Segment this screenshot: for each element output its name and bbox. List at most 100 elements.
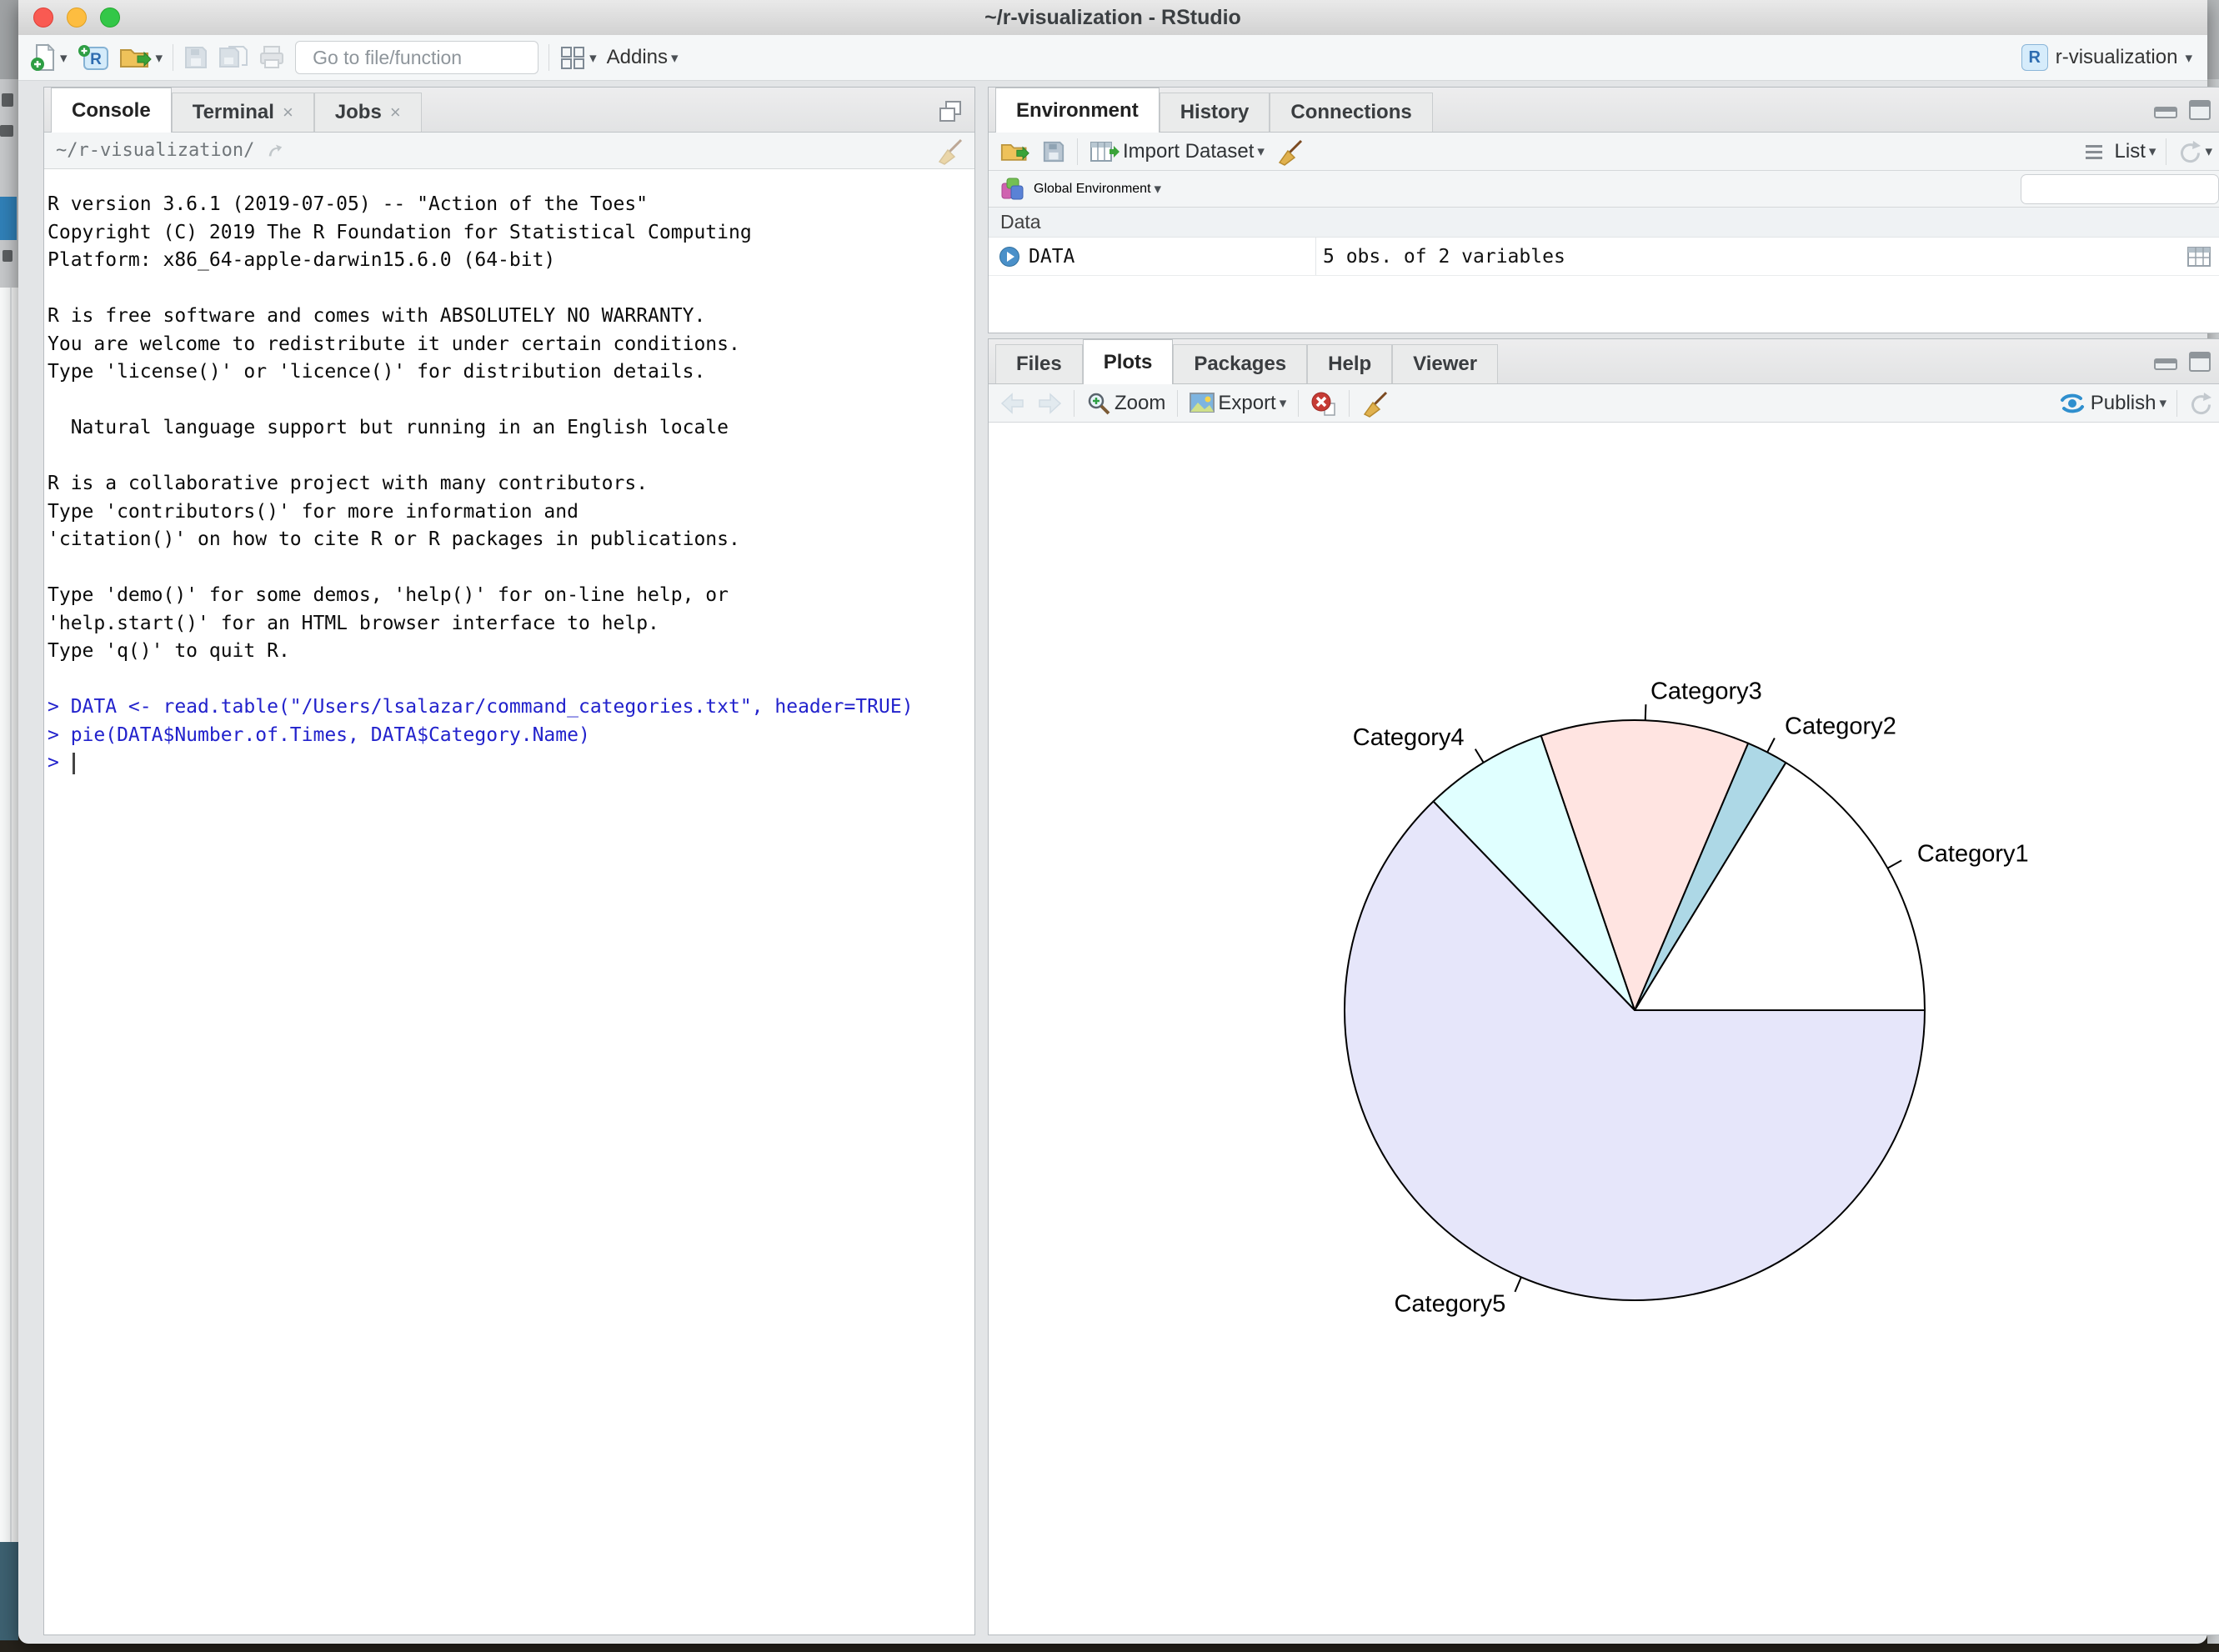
console-line: Type 'demo()' for some demos, 'help()' f… bbox=[48, 582, 974, 610]
load-workspace-icon[interactable] bbox=[1000, 139, 1030, 164]
open-folder-icon bbox=[119, 44, 153, 71]
restore-pane-icon[interactable] bbox=[938, 100, 963, 123]
tab-label: Files bbox=[1016, 353, 1062, 376]
chevron-down-icon: ▾ bbox=[589, 51, 597, 65]
plot-canvas: Category1Category2Category3Category4Cate… bbox=[989, 423, 2219, 1634]
chevron-down-icon: ▾ bbox=[1280, 396, 1287, 410]
refresh-plot-icon[interactable] bbox=[2187, 391, 2212, 416]
environment-pane: Environment History Connections bbox=[988, 87, 2219, 333]
save-button[interactable] bbox=[183, 45, 208, 70]
svg-text:R: R bbox=[90, 51, 102, 68]
chevron-down-icon: ▾ bbox=[2149, 144, 2156, 158]
publish-icon bbox=[2057, 391, 2087, 416]
tab-connections[interactable]: Connections bbox=[1270, 93, 1432, 132]
scope-label: Global Environment bbox=[1034, 182, 1151, 197]
addins-button[interactable]: Addins ▾ bbox=[607, 46, 679, 69]
environment-search-input[interactable] bbox=[2033, 178, 2219, 201]
background-fragment bbox=[2207, 0, 2219, 79]
project-selector[interactable]: R r-visualization ▾ bbox=[2021, 44, 2192, 71]
titlebar[interactable]: ~/r-visualization - RStudio bbox=[18, 0, 2207, 36]
working-directory: ~/r-visualization/ bbox=[56, 140, 254, 161]
open-file-button[interactable]: ▾ bbox=[119, 44, 163, 71]
chevron-down-icon: ▾ bbox=[60, 51, 68, 65]
tab-files[interactable]: Files bbox=[995, 344, 1083, 383]
tab-label: Terminal bbox=[193, 101, 274, 124]
export-image-icon bbox=[1190, 393, 1215, 414]
tab-jobs[interactable]: Jobs × bbox=[314, 93, 422, 132]
tab-help[interactable]: Help bbox=[1307, 344, 1392, 383]
save-workspace-icon[interactable] bbox=[1042, 140, 1065, 163]
console-line: > DATA <- read.table("/Users/lsalazar/co… bbox=[48, 693, 974, 722]
environment-cube-icon bbox=[1000, 177, 1025, 202]
next-plot-icon[interactable] bbox=[1037, 393, 1062, 414]
expand-object-icon[interactable] bbox=[999, 246, 1020, 268]
close-icon[interactable]: × bbox=[390, 102, 401, 123]
tab-viewer[interactable]: Viewer bbox=[1392, 344, 1498, 383]
minimize-pane-icon[interactable] bbox=[2154, 100, 2177, 120]
addins-label: Addins bbox=[607, 46, 668, 69]
pie-tick bbox=[1475, 749, 1484, 763]
tab-label: Environment bbox=[1016, 99, 1139, 123]
console-line: R is free software and comes with ABSOLU… bbox=[48, 303, 974, 331]
tab-terminal[interactable]: Terminal × bbox=[172, 93, 314, 132]
console-line: > pie(DATA$Number.of.Times, DATA$Categor… bbox=[48, 722, 974, 750]
clear-console-icon[interactable] bbox=[936, 137, 964, 165]
print-button[interactable] bbox=[258, 45, 285, 70]
remove-plot-icon[interactable] bbox=[1310, 391, 1337, 416]
tab-label: Viewer bbox=[1413, 353, 1477, 376]
list-label: List bbox=[2115, 140, 2146, 163]
list-view-icon bbox=[2085, 143, 2105, 160]
minimize-pane-icon[interactable] bbox=[2154, 352, 2177, 372]
refresh-environment-button[interactable]: ▾ bbox=[2176, 139, 2212, 164]
environment-object-row[interactable]: DATA 5 obs. of 2 variables bbox=[989, 238, 2219, 276]
pane-layout-button[interactable]: ▾ bbox=[559, 45, 597, 70]
environment-search-box[interactable] bbox=[2021, 174, 2219, 204]
list-view-selector[interactable]: List ▾ bbox=[2115, 140, 2156, 163]
zoom-plot-button[interactable]: Zoom bbox=[1086, 391, 1165, 416]
data-section-header: Data bbox=[989, 208, 2219, 238]
background-divider bbox=[10, 288, 12, 1542]
goto-directory-icon[interactable] bbox=[266, 142, 284, 160]
tab-label: Help bbox=[1328, 353, 1371, 376]
publish-plot-button[interactable]: Publish ▾ bbox=[2057, 391, 2166, 416]
import-dataset-icon bbox=[1089, 139, 1120, 164]
export-label: Export bbox=[1218, 392, 1275, 415]
tab-history[interactable]: History bbox=[1160, 93, 1270, 132]
new-file-button[interactable]: ▾ bbox=[30, 43, 68, 73]
export-plot-button[interactable]: Export ▾ bbox=[1190, 392, 1286, 415]
pie-chart: Category1Category2Category3Category4Cate… bbox=[989, 423, 2219, 1634]
refresh-icon bbox=[2176, 139, 2201, 164]
tab-console[interactable]: Console bbox=[51, 88, 172, 133]
tab-environment[interactable]: Environment bbox=[995, 88, 1160, 133]
clear-all-plots-icon[interactable] bbox=[1361, 389, 1390, 418]
chevron-down-icon: ▾ bbox=[2159, 396, 2166, 410]
console-line: 'citation()' on how to cite R or R packa… bbox=[48, 526, 974, 554]
toolbar-separator bbox=[548, 44, 549, 71]
clear-objects-icon[interactable] bbox=[1276, 138, 1305, 166]
tab-plots[interactable]: Plots bbox=[1083, 339, 1174, 384]
plots-pane: Files Plots Packages Help Viewer bbox=[988, 338, 2219, 1635]
close-icon[interactable]: × bbox=[283, 102, 293, 123]
publish-label: Publish bbox=[2091, 392, 2156, 415]
save-all-button[interactable] bbox=[218, 45, 248, 70]
environment-scope-selector[interactable]: Global Environment ▾ bbox=[1034, 182, 1161, 197]
new-project-button[interactable]: R bbox=[78, 43, 109, 73]
toolbar-separator bbox=[1077, 138, 1078, 165]
tab-label: Jobs bbox=[335, 101, 382, 124]
background-fragment bbox=[3, 250, 13, 262]
maximize-pane-icon[interactable] bbox=[2189, 100, 2211, 120]
chevron-down-icon: ▾ bbox=[671, 51, 679, 65]
import-dataset-button[interactable]: Import Dataset ▾ bbox=[1089, 139, 1265, 164]
pie-label-Category4: Category4 bbox=[1353, 724, 1465, 751]
tab-packages[interactable]: Packages bbox=[1173, 344, 1307, 383]
goto-file-box[interactable] bbox=[295, 41, 538, 74]
previous-plot-icon[interactable] bbox=[1000, 393, 1025, 414]
view-table-icon[interactable] bbox=[2187, 246, 2211, 268]
goto-file-input[interactable] bbox=[311, 46, 561, 70]
pie-label-Category1: Category1 bbox=[1917, 841, 2029, 868]
project-name: r-visualization bbox=[2056, 46, 2178, 69]
pane-grid-icon bbox=[559, 45, 586, 70]
maximize-pane-icon[interactable] bbox=[2189, 352, 2211, 372]
environment-tabbar: Environment History Connections bbox=[989, 88, 2219, 133]
console[interactable]: R version 3.6.1 (2019-07-05) -- "Action … bbox=[44, 169, 974, 1634]
